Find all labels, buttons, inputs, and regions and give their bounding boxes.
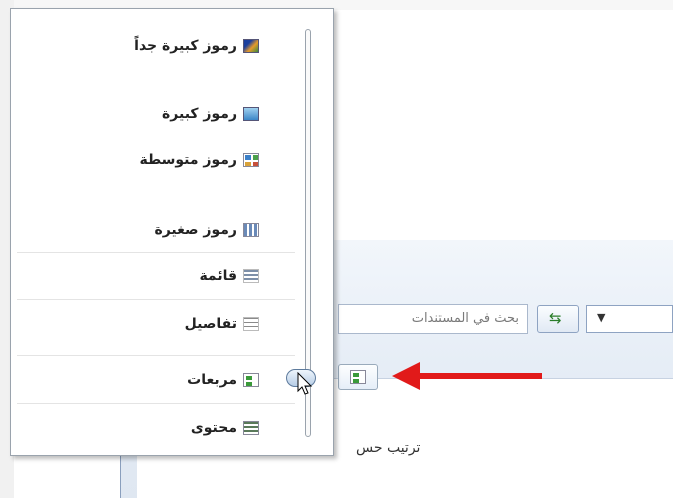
menu-item-small-icons[interactable]: رموز صغيرة xyxy=(154,219,259,241)
menu-item-label: قائمة xyxy=(199,268,237,284)
tiles-view-icon xyxy=(243,373,259,387)
tiles-view-icon xyxy=(350,370,366,384)
search-placeholder: بحث في المستندات xyxy=(411,311,519,326)
list-view-icon xyxy=(243,269,259,283)
address-dropdown[interactable]: ▼ xyxy=(586,305,673,333)
menu-item-label: مربعات xyxy=(187,372,237,388)
content-view-icon xyxy=(243,421,259,435)
menu-separator xyxy=(17,403,295,404)
red-arrow-shaft xyxy=(418,373,542,379)
sort-by-label: ترتيب حس xyxy=(356,440,421,456)
menu-item-large-icons[interactable]: رموز كبيرة xyxy=(162,103,259,125)
menu-item-details[interactable]: تفاصيل xyxy=(185,313,259,335)
chevron-down-icon: ▼ xyxy=(597,311,606,324)
extra-large-icons-icon xyxy=(243,39,259,53)
menu-separator xyxy=(17,299,295,300)
details-view-icon xyxy=(243,317,259,331)
refresh-button[interactable]: ⇆ xyxy=(537,305,579,333)
red-arrow-head xyxy=(392,362,420,390)
menu-item-medium-icons[interactable]: رموز متوسطة xyxy=(139,149,259,171)
change-view-button[interactable] xyxy=(338,364,378,390)
menu-item-label: رموز كبيرة xyxy=(162,106,237,122)
menu-separator xyxy=(17,355,295,356)
refresh-icon: ⇆ xyxy=(549,309,562,327)
medium-icons-icon xyxy=(243,153,259,167)
menu-item-extra-large-icons[interactable]: رموز كبيرة جداً xyxy=(134,35,259,57)
menu-separator xyxy=(17,252,295,253)
menu-item-label: محتوى xyxy=(190,420,237,436)
mouse-pointer-icon xyxy=(297,372,313,395)
menu-item-content[interactable]: محتوى xyxy=(191,417,259,439)
menu-item-tiles[interactable]: مربعات xyxy=(187,369,259,391)
search-input[interactable]: بحث في المستندات xyxy=(338,304,528,334)
small-icons-icon xyxy=(243,223,259,237)
menu-item-label: رموز متوسطة xyxy=(139,152,238,168)
menu-item-label: رموز صغيرة xyxy=(154,222,237,238)
large-icons-icon xyxy=(243,107,259,121)
menu-item-label: تفاصيل xyxy=(184,316,237,332)
menu-item-label: رموز كبيرة جداً xyxy=(134,38,237,54)
views-menu: رموز كبيرة جداً رموز كبيرة رموز متوسطة ر… xyxy=(10,8,334,456)
menu-item-list[interactable]: قائمة xyxy=(199,265,259,287)
